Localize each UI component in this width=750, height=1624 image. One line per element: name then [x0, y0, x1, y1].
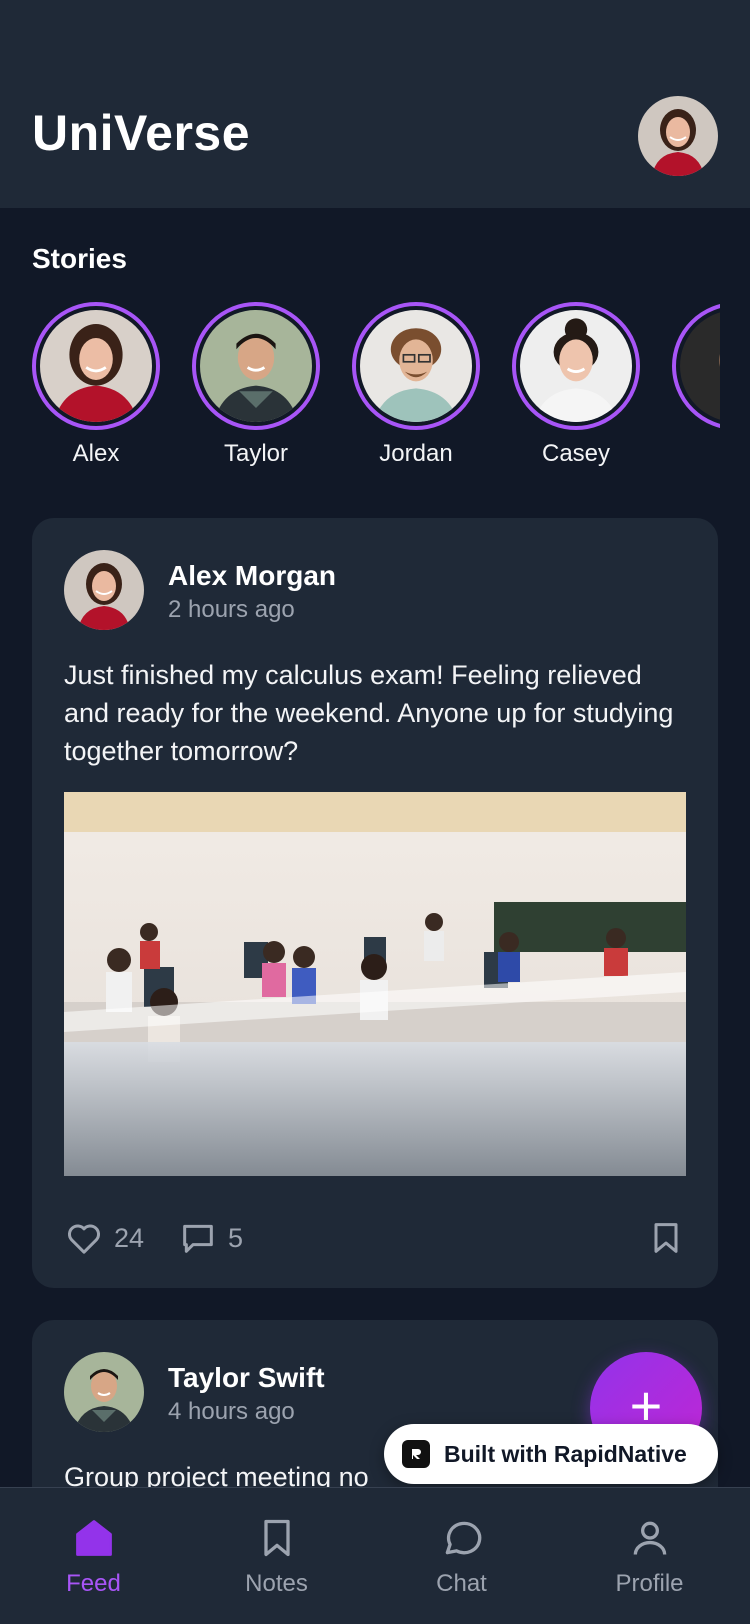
heart-icon — [68, 1224, 100, 1254]
profile-avatar[interactable] — [638, 96, 718, 176]
app-header: UniVerse — [0, 0, 750, 208]
bottom-tab-bar: Feed Notes Chat Profile — [0, 1487, 750, 1624]
story-name: Casey — [541, 440, 611, 467]
story-avatar-image — [360, 310, 472, 422]
post-card: Alex Morgan 2 hours ago Just finished my… — [32, 518, 718, 1288]
comment-icon — [183, 1224, 213, 1253]
post-timestamp: 4 hours ago — [168, 1398, 295, 1425]
tab-chat[interactable]: Chat — [368, 1488, 555, 1624]
save-post-button[interactable] — [646, 1218, 686, 1258]
bookmark-icon — [654, 1223, 678, 1253]
tab-label: Profile — [615, 1570, 684, 1597]
built-with-badge[interactable]: Built with RapidNative — [384, 1424, 718, 1484]
story-jordan[interactable]: Jordan — [352, 302, 480, 472]
story-name: Taylor — [223, 440, 289, 467]
post-author-avatar[interactable] — [64, 550, 144, 630]
tab-label: Notes — [245, 1570, 308, 1597]
tab-label: Feed — [66, 1570, 121, 1597]
comment-button[interactable]: 5 — [178, 1218, 243, 1258]
comment-count: 5 — [228, 1222, 244, 1253]
tab-label: Chat — [436, 1570, 487, 1597]
tab-notes[interactable]: Notes — [183, 1488, 370, 1624]
post-timestamp: 2 hours ago — [168, 596, 295, 623]
story-name: Jordan — [379, 440, 453, 467]
home-icon — [75, 1520, 112, 1556]
story-taylor[interactable]: Taylor — [192, 302, 320, 472]
story-name: Alex — [72, 440, 120, 467]
avatar-taylor-image — [64, 1352, 144, 1432]
avatar-alex-image — [64, 550, 144, 630]
chat-bubble-icon — [445, 1521, 481, 1555]
app-title: UniVerse — [32, 105, 251, 161]
like-count: 24 — [114, 1222, 145, 1253]
like-button[interactable]: 24 — [64, 1218, 144, 1258]
bookmark-icon — [263, 1519, 290, 1557]
user-icon — [633, 1521, 666, 1555]
stories-row[interactable]: Alex Taylor Jordan Casey — [32, 302, 720, 472]
story-name: R — [672, 440, 720, 468]
tab-profile[interactable]: Profile — [556, 1488, 743, 1624]
post-image[interactable] — [64, 792, 686, 1176]
story-casey[interactable]: Casey — [512, 302, 640, 472]
story-avatar-image — [520, 310, 632, 422]
post-author-avatar[interactable] — [64, 1352, 144, 1432]
rapidnative-logo-icon — [402, 1440, 430, 1468]
built-with-text: Built with RapidNative — [444, 1440, 687, 1467]
story-alex[interactable]: Alex — [32, 302, 160, 472]
classroom-photo — [64, 792, 686, 1176]
stories-heading: Stories — [32, 243, 127, 274]
post-actions: 24 5 — [64, 1218, 686, 1258]
tab-feed[interactable]: Feed — [0, 1488, 187, 1624]
story-avatar-image — [40, 310, 152, 422]
story-avatar-image — [200, 310, 312, 422]
avatar-alex-image — [638, 96, 718, 176]
post-author-name[interactable]: Alex Morgan — [168, 560, 336, 592]
post-author-name[interactable]: Taylor Swift — [168, 1362, 325, 1394]
story-avatar-image — [680, 310, 720, 422]
post-text: Just finished my calculus exam! Feeling … — [64, 660, 674, 766]
story-r[interactable]: R — [672, 302, 720, 472]
